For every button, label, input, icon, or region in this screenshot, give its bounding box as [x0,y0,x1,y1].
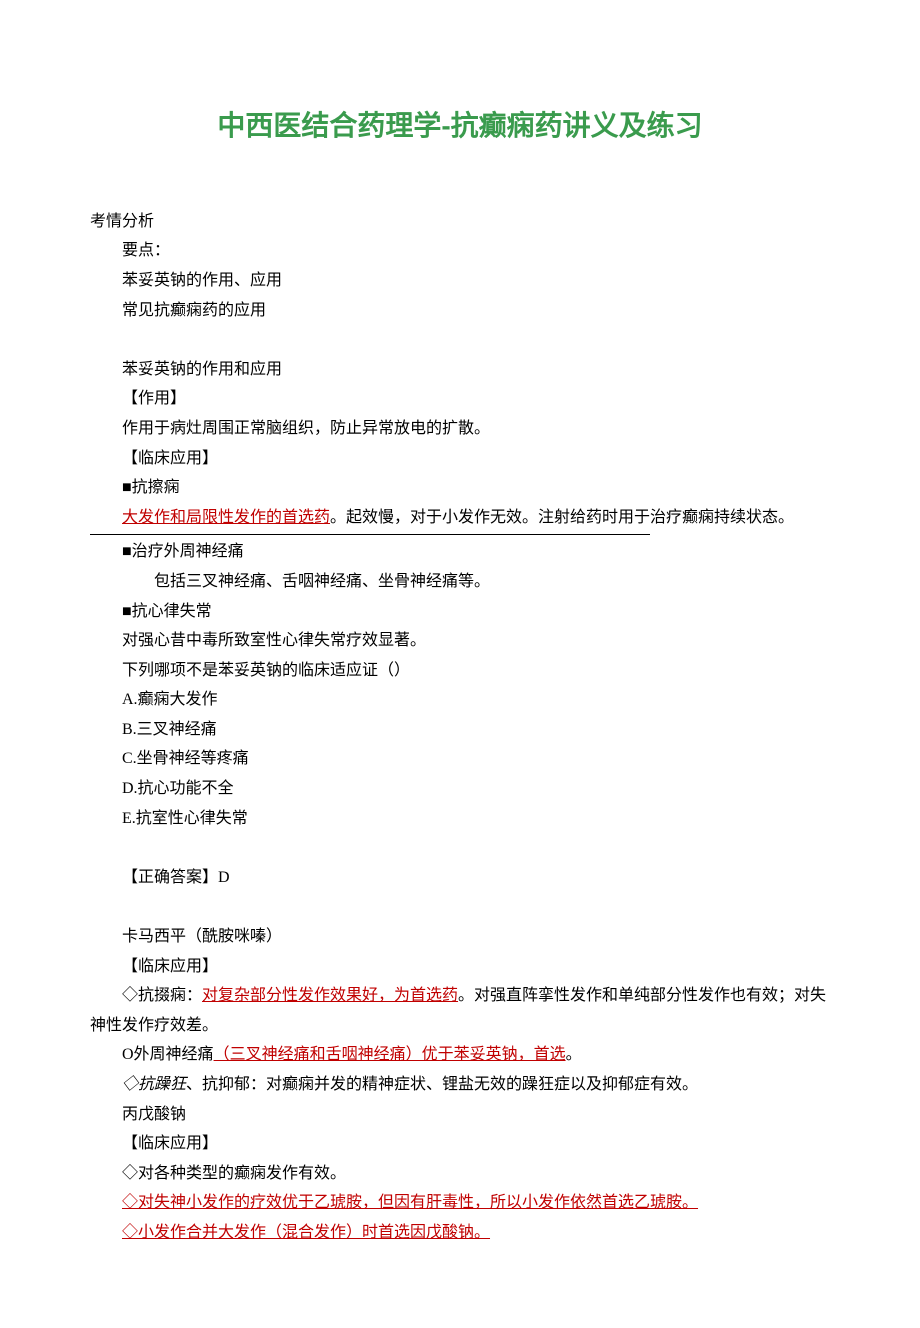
text-valproate-absence: ◇对失神小发作的疗效优于乙琥胺，但因有肝毒性，所以小发作依然首选乙琥胺。 [90,1188,830,1218]
text-carbamazepine-neuralgia: O外周神经痛（三叉神经痛和舌咽神经痛）优于苯妥英钠，首选。 [90,1040,830,1070]
label-peripheral-pain: O外周神经痛 [122,1046,214,1063]
highlight-trigeminal: （三叉神经痛和舌咽神经痛）优于苯妥英钠，首选 [214,1046,566,1063]
spacer [90,325,830,355]
option-b: B.三叉神经痛 [90,715,830,745]
italic-antimanic: ◇抗躁狂 [122,1076,186,1093]
bullet-antiepileptic: ■抗擦痫 [90,473,830,503]
heading-action: 【作用】 [90,384,830,414]
label-antiepi: ◇抗掇痫： [122,987,202,1004]
text-valproate-all-types: ◇对各种类型的癫痫发作有效。 [90,1159,830,1189]
heading-clinical-use-3: 【临床应用】 [90,1129,830,1159]
text-neuralgia-types: 包括三叉神经痛、舌咽神经痛、坐骨神经痛等。 [90,567,830,597]
text-first-choice-tail: 。起效慢，对于小发作无效。注射给药时用于治疗癫痫持续状态。 [330,509,794,526]
text-action-desc: 作用于病灶周围正常脑组织，防止异常放电的扩散。 [90,414,830,444]
text-antimanic-rest: 、抗抑郁：对癫痫并发的精神症状、锂盐无效的躁狂症以及抑郁症有效。 [186,1076,698,1093]
option-d: D.抗心功能不全 [90,774,830,804]
document-title: 中西医结合药理学-抗癫痫药讲义及练习 [90,100,830,152]
text-first-choice: 大发作和局限性发作的首选药。起效慢，对于小发作无效。注射给药时用于治疗癫痫持续状… [90,503,830,533]
highlight-first-choice: 大发作和局限性发作的首选药 [122,509,330,526]
section-exam-analysis: 考情分析 [90,207,830,237]
spacer [90,833,830,863]
heading-phenytoin: 苯妥英钠的作用和应用 [90,355,830,385]
text-keypoints: 要点： [90,236,830,266]
option-e: E.抗室性心律失常 [90,804,830,834]
heading-carbamazepine: 卡马西平（酰胺咪嗪） [90,922,830,952]
question-stem: 下列哪项不是苯妥英钠的临床适应证（） [90,656,830,686]
text-valproate-mixed: ◇小发作合并大发作（混合发作）时首选因戊酸钠。 [90,1218,830,1248]
heading-valproate: 丙戊酸钠 [90,1100,830,1130]
text-antiarrhythmic-desc: 对强心昔中毒所致室性心律失常疗效显著。 [90,626,830,656]
highlight-mixed-seizure: ◇小发作合并大发作（混合发作）时首选因戊酸钠。 [122,1224,490,1241]
bullet-antiarrhythmic: ■抗心律失常 [90,597,830,627]
divider [90,534,650,535]
spacer [90,892,830,922]
text-neuralgia-tail: 。 [566,1046,582,1063]
bullet-peripheral-neuralgia: ■治疗外周神经痛 [90,537,830,567]
highlight-absence-seizure: ◇对失神小发作的疗效优于乙琥胺，但因有肝毒性，所以小发作依然首选乙琥胺。 [122,1194,698,1211]
text-carbamazepine-antiepi: ◇抗掇痫：对复杂部分性发作效果好，为首选药。对强直阵挛性发作和单纯部分性发作也有… [90,981,830,1040]
text-point-2: 常见抗癫痫药的应用 [90,296,830,326]
text-point-1: 苯妥英钠的作用、应用 [90,266,830,296]
option-c: C.坐骨神经等疼痛 [90,744,830,774]
highlight-complex-partial: 对复杂部分性发作效果好，为首选药 [202,987,458,1004]
heading-clinical-use: 【临床应用】 [90,444,830,474]
answer: 【正确答案】D [90,863,830,893]
heading-clinical-use-2: 【临床应用】 [90,952,830,982]
text-antimanic: ◇抗躁狂、抗抑郁：对癫痫并发的精神症状、锂盐无效的躁狂症以及抑郁症有效。 [90,1070,830,1100]
option-a: A.癫痫大发作 [90,685,830,715]
